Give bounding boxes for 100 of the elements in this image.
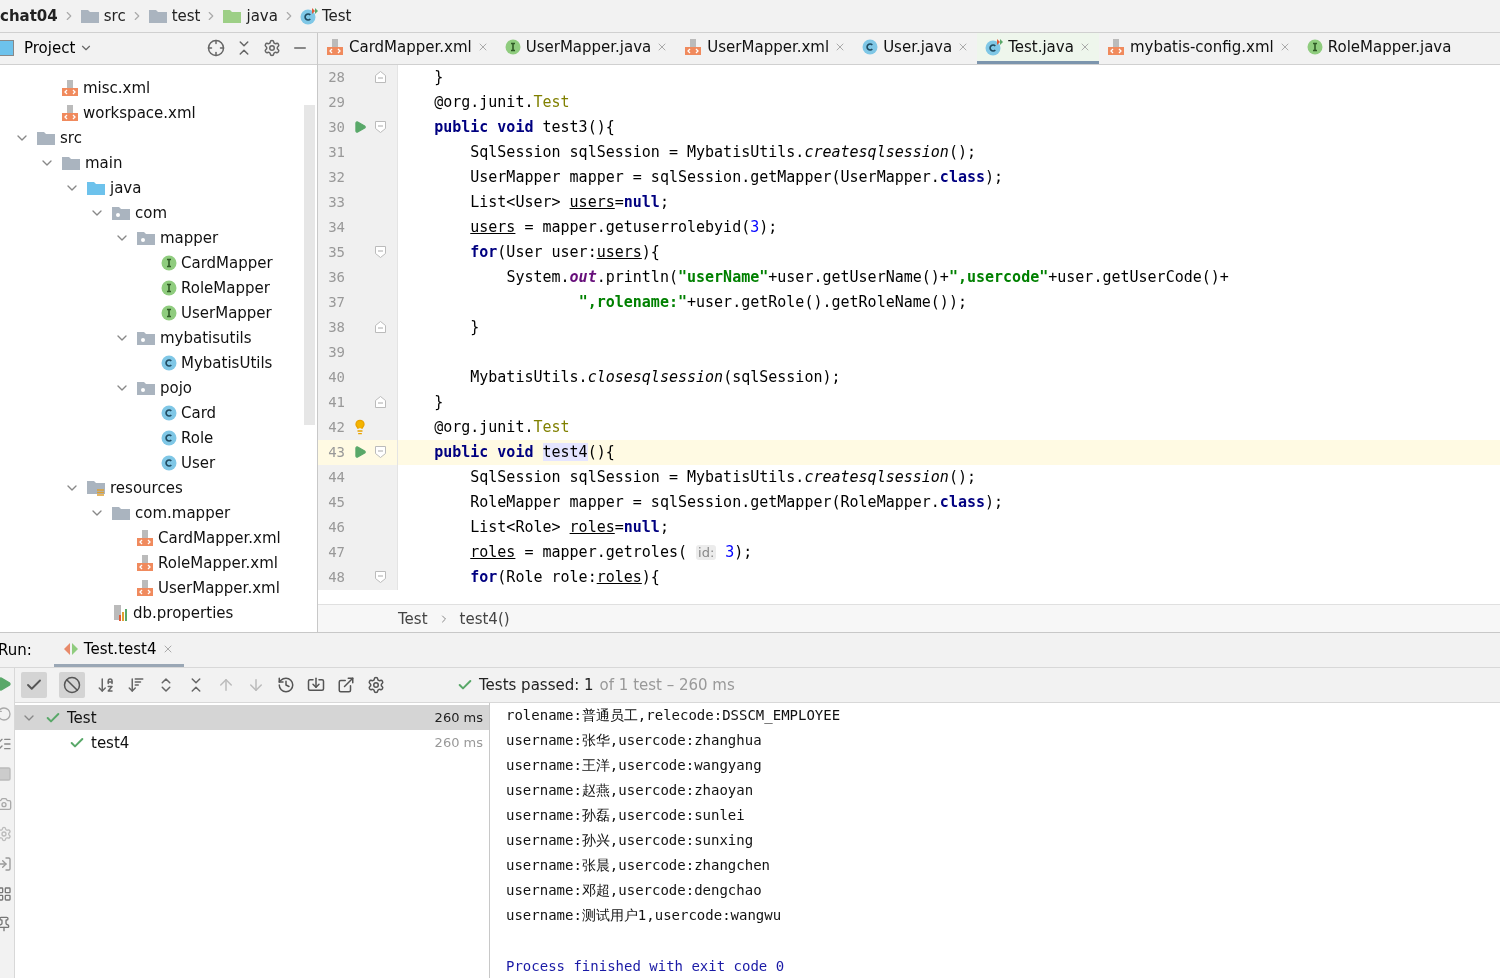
code-line: roles = mapper.getroles( id: 3); xyxy=(469,543,753,562)
fold-marker-icon[interactable] xyxy=(375,396,386,409)
tree-item[interactable]: RoleMapper.xml xyxy=(158,554,278,573)
show-ignored-button[interactable] xyxy=(59,672,85,698)
line-number: 46 xyxy=(327,519,345,536)
tree-item[interactable]: mybatisutils xyxy=(160,329,252,348)
breadcrumb[interactable]: src xyxy=(103,6,126,25)
editor-tab[interactable]: UserMapper.xml xyxy=(676,32,855,64)
code-line: List<Role> roles=null; xyxy=(469,518,669,537)
rerun-icon[interactable] xyxy=(0,706,12,722)
code-line: System.out.println("userName"+user.getUserName()+",usercode"+user.getUserCode()+ xyxy=(505,268,1229,287)
editor-tab[interactable]: CardMapper.xml xyxy=(318,32,497,64)
fold-marker-icon[interactable] xyxy=(375,321,386,334)
console-line: username:赵燕,usercode:zhaoyan xyxy=(506,780,755,800)
tree-item[interactable]: mapper xyxy=(160,229,219,248)
settings-icon[interactable] xyxy=(367,676,385,694)
editor-tab[interactable]: RoleMapper.java xyxy=(1298,32,1460,64)
line-number: 37 xyxy=(327,294,345,311)
editor-tab[interactable]: mybatis-config.xml xyxy=(1098,32,1299,64)
line-number: 31 xyxy=(327,144,345,161)
editor-tab[interactable]: UserMapper.java xyxy=(496,32,677,64)
test-name: Test xyxy=(67,708,97,727)
xml-file-icon xyxy=(136,529,154,548)
scrollbar[interactable] xyxy=(304,104,315,425)
camera-icon[interactable] xyxy=(0,796,12,812)
fold-marker-icon[interactable] xyxy=(375,571,386,584)
folder-icon xyxy=(111,505,131,522)
run-icon[interactable] xyxy=(0,676,12,692)
tree-item[interactable]: Card xyxy=(181,404,217,423)
console-line: username:孙磊,usercode:sunlei xyxy=(506,805,746,825)
tree-item[interactable]: misc.xml xyxy=(83,79,151,98)
import-icon[interactable] xyxy=(307,676,325,694)
tree-item[interactable]: src xyxy=(60,129,82,148)
panel-title[interactable]: Project xyxy=(24,39,76,58)
run-icon[interactable] xyxy=(353,120,367,135)
breadcrumb[interactable]: Test xyxy=(321,6,352,25)
test-time: 260 ms xyxy=(434,735,483,750)
rerun-failed-icon[interactable] xyxy=(0,736,12,752)
sort-by-duration-icon[interactable] xyxy=(127,676,145,694)
next-icon[interactable] xyxy=(247,676,265,694)
layout-icon[interactable] xyxy=(0,886,12,902)
line-number: 40 xyxy=(327,369,345,386)
editor-tab[interactable]: Test.java xyxy=(977,32,1099,64)
tree-item[interactable]: Role xyxy=(181,429,214,448)
test-row[interactable]: Test 260 ms xyxy=(15,705,489,730)
folder-icon xyxy=(36,130,56,147)
fold-marker-icon[interactable] xyxy=(375,71,386,84)
tree-item[interactable]: resources xyxy=(110,479,183,498)
tree-item[interactable]: UserMapper xyxy=(181,304,272,323)
stop-icon[interactable] xyxy=(0,766,12,782)
breadcrumb[interactable]: chat04 xyxy=(0,6,58,25)
breadcrumb[interactable]: Test xyxy=(398,609,428,628)
tree-item[interactable]: CardMapper.xml xyxy=(158,529,281,548)
tree-item[interactable]: MybatisUtils xyxy=(181,354,273,373)
pin-icon[interactable] xyxy=(0,916,12,932)
tree-item[interactable]: CardMapper xyxy=(181,254,273,273)
fold-marker-icon[interactable] xyxy=(375,246,386,259)
tree-item[interactable]: com xyxy=(135,204,168,223)
tree-item[interactable]: main xyxy=(85,154,123,173)
code-line: ",rolename:"+user.getRole().getRoleName()); xyxy=(577,293,967,312)
tree-item[interactable]: pojo xyxy=(160,379,193,398)
fold-marker-icon[interactable] xyxy=(375,121,386,134)
previous-icon[interactable] xyxy=(217,676,235,694)
fold-marker-icon[interactable] xyxy=(375,446,386,459)
tree-item[interactable]: RoleMapper xyxy=(181,279,270,298)
tree-item[interactable]: java xyxy=(110,179,142,198)
lightbulb-icon[interactable] xyxy=(352,419,368,436)
locate-icon[interactable] xyxy=(207,39,225,58)
tree-item[interactable]: User xyxy=(181,454,216,473)
line-number: 48 xyxy=(327,569,345,586)
test-class-icon xyxy=(985,37,1004,56)
show-passed-button[interactable] xyxy=(21,672,47,698)
breadcrumb[interactable]: test xyxy=(171,6,201,25)
test-duration-text: of 1 test – 260 ms xyxy=(599,676,735,694)
package-icon xyxy=(136,330,156,347)
sort-alphabetically-icon[interactable] xyxy=(97,676,115,694)
xml-file-icon xyxy=(684,37,703,56)
class-icon xyxy=(161,405,177,422)
tree-item[interactable]: com.mapper xyxy=(135,504,231,523)
line-number: 47 xyxy=(327,544,345,561)
code-line: } xyxy=(469,318,480,337)
tests-passed-text: Tests passed: 1 xyxy=(479,676,594,694)
tree-item[interactable]: workspace.xml xyxy=(83,104,196,123)
console-line: username:测试用户1,usercode:wangwu xyxy=(506,905,783,925)
console-line: username:张晨,usercode:zhangchen xyxy=(506,855,771,875)
package-icon xyxy=(111,205,131,222)
editor-tab[interactable]: User.java xyxy=(854,32,978,64)
breadcrumb[interactable]: java xyxy=(246,6,278,25)
breadcrumb[interactable]: test4() xyxy=(459,609,510,628)
tree-item[interactable]: UserMapper.xml xyxy=(158,579,280,598)
settings-icon[interactable] xyxy=(263,39,281,58)
tree-item[interactable]: db.properties xyxy=(133,604,234,623)
folder-icon xyxy=(86,180,106,197)
line-number: 35 xyxy=(327,244,345,261)
folder-icon xyxy=(222,7,243,24)
run-icon[interactable] xyxy=(353,445,367,460)
export-icon[interactable] xyxy=(337,676,355,694)
history-icon[interactable] xyxy=(277,676,295,694)
test-row[interactable]: test4 260 ms xyxy=(15,730,489,755)
folder-icon xyxy=(61,155,81,172)
